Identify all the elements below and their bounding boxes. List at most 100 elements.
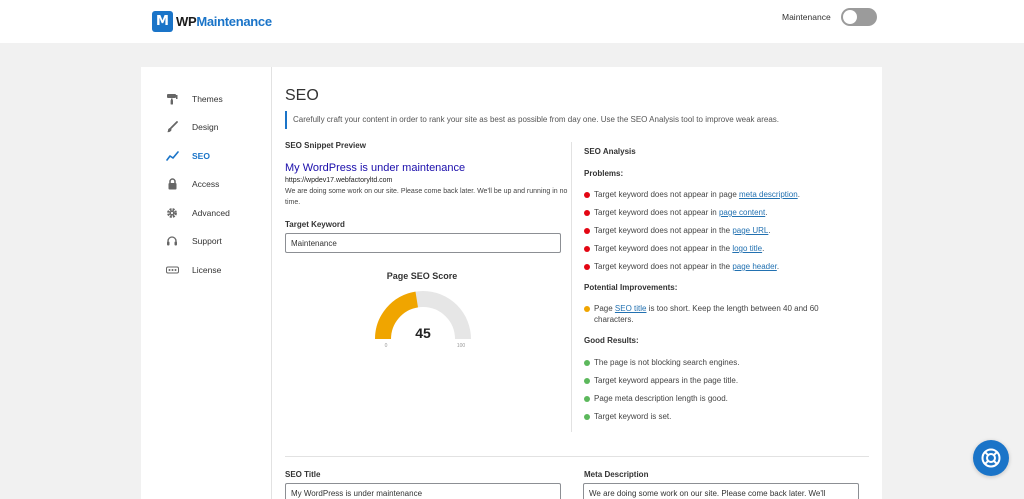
- problem-link[interactable]: page header: [732, 262, 777, 271]
- target-keyword-value: Maintenance: [291, 238, 337, 248]
- problem-dot: [584, 209, 590, 216]
- gauge-min-label: 0: [385, 343, 388, 349]
- seo-title-value: My WordPress is under maintenance: [291, 488, 423, 498]
- problem-suffix: .: [768, 226, 771, 235]
- good-results-heading: Good Results:: [584, 336, 639, 345]
- sidebar-item-label: License: [192, 265, 222, 275]
- problem-dot: [584, 191, 590, 198]
- problem-suffix: .: [797, 190, 800, 199]
- problem-dot: [584, 227, 590, 234]
- seo-title-label: SEO Title: [285, 470, 321, 479]
- gauge-fill: [375, 291, 419, 340]
- intro-text: Carefully craft your content in order to…: [285, 111, 865, 129]
- sidebar-item-advanced[interactable]: Advanced: [165, 205, 230, 221]
- good-result-text: Page meta description length is good.: [594, 394, 728, 403]
- sidebar-item-support[interactable]: Support: [165, 233, 222, 249]
- problem-item: Target keyword does not appear in the lo…: [584, 243, 764, 254]
- column-divider: [571, 142, 572, 432]
- score-title: Page SEO Score: [386, 271, 458, 281]
- meta-description-textarea[interactable]: We are doing some work on our site. Plea…: [583, 483, 859, 499]
- snippet-title: My WordPress is under maintenance: [285, 162, 466, 174]
- problem-dot: [584, 263, 590, 270]
- problem-link[interactable]: page URL: [732, 226, 768, 235]
- lifebuoy-icon: [981, 448, 1001, 468]
- brush-icon: [165, 120, 179, 134]
- lock-icon: [165, 177, 179, 191]
- problem-text: Target keyword does not appear in the: [594, 262, 733, 271]
- problem-link[interactable]: meta description: [739, 190, 798, 199]
- problem-suffix: .: [762, 244, 765, 253]
- sidebar-item-design[interactable]: Design: [165, 119, 218, 135]
- meta-description-label: Meta Description: [584, 470, 649, 479]
- improvement-dot: [584, 305, 590, 312]
- paint-roller-icon: [165, 92, 179, 106]
- help-button[interactable]: [973, 440, 1009, 476]
- problem-link[interactable]: page content: [719, 208, 765, 217]
- chart-line-icon: [165, 149, 179, 163]
- logo-wp-text: WP: [176, 13, 197, 29]
- snippet-url: https://wpdev17.webfactoryltd.com: [285, 177, 393, 184]
- headset-icon: [165, 234, 179, 248]
- maintenance-label: Maintenance: [782, 12, 831, 22]
- problem-text: Target keyword does not appear in the: [594, 226, 733, 235]
- problem-item: Target keyword does not appear in the pa…: [584, 261, 779, 272]
- sidebar-item-access[interactable]: Access: [165, 176, 219, 192]
- good-result-item: Target keyword appears in the page title…: [584, 375, 738, 386]
- problem-item: Target keyword does not appear in page m…: [584, 189, 800, 200]
- problem-suffix: .: [776, 262, 780, 271]
- page-title: SEO: [285, 87, 319, 104]
- problem-text: Target keyword does not appear in the: [594, 244, 733, 253]
- sidebar-item-label: Advanced: [192, 208, 230, 218]
- seo-score-gauge: 45 0 100: [375, 291, 471, 349]
- problem-suffix: .: [765, 208, 768, 217]
- problem-text: Target keyword does not appear in page: [594, 190, 739, 199]
- sidebar: Themes Design SEO Access Advanced Suppor…: [141, 67, 272, 499]
- problem-item: Target keyword does not appear in the pa…: [584, 225, 771, 236]
- snippet-heading: SEO Snippet Preview: [285, 141, 366, 150]
- ellipsis-icon: [165, 263, 179, 277]
- sidebar-item-label: Support: [192, 236, 222, 246]
- top-bar: M WP Maintenance Maintenance: [0, 0, 1024, 43]
- sidebar-item-label: SEO: [192, 151, 210, 161]
- seo-content: SEO Carefully craft your content in orde…: [272, 67, 882, 499]
- good-dot: [584, 413, 590, 420]
- good-result-text: Target keyword is set.: [594, 412, 672, 421]
- good-dot: [584, 359, 590, 366]
- good-result-text: Target keyword appears in the page title…: [594, 376, 739, 385]
- problem-link[interactable]: logo title: [732, 244, 762, 253]
- good-result-item: The page is not blocking search engines.: [584, 357, 739, 368]
- sidebar-item-themes[interactable]: Themes: [165, 91, 223, 107]
- section-divider: [285, 456, 869, 457]
- maintenance-toggle[interactable]: [841, 8, 877, 26]
- improvement-item: Page SEO title is too short. Keep the le…: [584, 303, 849, 325]
- sidebar-item-label: Access: [192, 179, 220, 189]
- target-keyword-label: Target Keyword: [285, 220, 345, 229]
- snippet-description: We are doing some work on our site. Plea…: [285, 188, 568, 206]
- target-keyword-input[interactable]: Maintenance: [285, 233, 561, 253]
- improvement-text: Page: [594, 304, 615, 313]
- good-result-item: Target keyword is set.: [584, 411, 671, 422]
- good-dot: [584, 377, 590, 384]
- sidebar-item-license[interactable]: License: [165, 262, 221, 278]
- improvement-link[interactable]: SEO title: [615, 304, 647, 313]
- analysis-heading: SEO Analysis: [584, 147, 636, 156]
- wp-maintenance-logo[interactable]: M WP Maintenance: [152, 10, 272, 32]
- settings-card: Themes Design SEO Access Advanced Suppor…: [141, 67, 882, 499]
- problem-dot: [584, 245, 590, 252]
- logo-name-text: Maintenance: [196, 13, 272, 29]
- sidebar-item-label: Themes: [192, 94, 223, 104]
- seo-title-input[interactable]: My WordPress is under maintenance: [285, 483, 561, 499]
- gear-icon: [165, 206, 179, 220]
- improvements-heading: Potential Improvements:: [584, 283, 678, 292]
- good-result-item: Page meta description length is good.: [584, 393, 728, 404]
- meta-description-value: We are doing some work on our site. Plea…: [589, 489, 826, 498]
- problems-heading: Problems:: [584, 169, 624, 178]
- gauge-value: 45: [415, 325, 431, 341]
- toggle-knob: [843, 10, 857, 24]
- good-dot: [584, 395, 590, 402]
- problem-text: Target keyword does not appear in: [594, 208, 719, 217]
- logo-mark-icon: M: [152, 10, 173, 32]
- gauge-max-label: 100: [457, 343, 466, 349]
- sidebar-item-seo[interactable]: SEO: [165, 148, 210, 164]
- problem-item: Target keyword does not appear in page c…: [584, 207, 767, 218]
